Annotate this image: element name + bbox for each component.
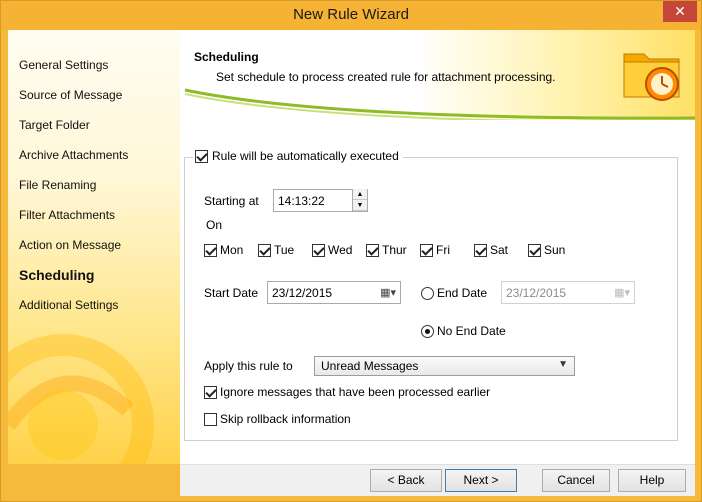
sidebar-item-file-renaming[interactable]: File Renaming [19,178,96,192]
sidebar-item-filter-attachments[interactable]: Filter Attachments [19,208,115,222]
day-tue-checkbox[interactable] [258,243,271,257]
day-label: Sat [490,243,509,257]
end-date-option[interactable]: End Date [421,286,487,300]
day-label: Mon [220,243,244,257]
day-thur-checkbox[interactable] [366,243,379,257]
page-title: Scheduling [194,50,259,64]
day-mon-option[interactable]: Mon [204,243,243,257]
starting-at-value: 14:13:22 [278,194,325,208]
no-end-date-label: No End Date [437,324,506,338]
wizard-footer: < Back Next > Cancel Help [180,464,695,496]
day-thur-option[interactable]: Thur [366,243,407,257]
day-fri-checkbox[interactable] [420,243,433,257]
end-date-picker: 23/12/2015 ▦▾ [501,281,635,304]
sidebar-item-scheduling[interactable]: Scheduling [19,267,94,283]
schedule-group: Rule will be automatically executed Star… [184,149,678,441]
start-date-label: Start Date [204,286,259,300]
day-label: Sun [544,243,566,257]
no-end-date-radio[interactable] [421,324,434,338]
close-button[interactable]: ✕ [663,1,697,22]
day-sun-option[interactable]: Sun [528,243,565,257]
header-swoosh-decoration [184,88,695,120]
sidebar-item-action-on-message[interactable]: Action on Message [19,238,121,252]
help-button[interactable]: Help [618,469,686,492]
skip-rollback-label: Skip rollback information [220,412,351,426]
ignore-processed-checkbox[interactable] [204,385,217,399]
day-label: Fri [436,243,450,257]
wizard-steps-sidebar: General Settings Source of Message Targe… [8,30,180,464]
step-header: Scheduling Set schedule to process creat… [180,30,695,120]
day-label: Tue [274,243,295,257]
sidebar-item-general-settings[interactable]: General Settings [19,58,108,72]
starting-at-time-field[interactable]: 14:13:22 ▲ ▼ [273,189,368,212]
start-date-picker[interactable]: 23/12/2015 ▦▾ [267,281,401,304]
sidebar-item-target-folder[interactable]: Target Folder [19,118,90,132]
end-date-label: End Date [437,286,488,300]
auto-exec-option[interactable]: Rule will be automatically executed [193,149,403,163]
end-date-radio[interactable] [421,286,434,300]
on-label: On [206,218,223,232]
spin-up-icon[interactable]: ▲ [353,189,367,200]
day-fri-option[interactable]: Fri [420,243,450,257]
title-bar[interactable]: New Rule Wizard ✕ [1,1,701,30]
sidebar-item-source-of-message[interactable]: Source of Message [19,88,122,102]
auto-exec-label: Rule will be automatically executed [212,149,399,163]
wizard-window: New Rule Wizard ✕ General Settings Sourc… [0,0,702,502]
ignore-processed-option[interactable]: Ignore messages that have been processed… [204,385,490,399]
sidebar-item-archive-attachments[interactable]: Archive Attachments [19,148,128,162]
app-logo-watermark-icon [8,334,154,464]
starting-at-label: Starting at [204,194,259,208]
day-sat-option[interactable]: Sat [474,243,508,257]
day-label: Thur [382,243,407,257]
spin-down-icon[interactable]: ▼ [353,200,367,211]
calendar-dropdown-icon[interactable]: ▦▾ [380,286,396,299]
skip-rollback-checkbox[interactable] [204,412,217,426]
wizard-content: Scheduling Set schedule to process creat… [180,30,695,464]
day-sat-checkbox[interactable] [474,243,487,257]
skip-rollback-option[interactable]: Skip rollback information [204,412,351,426]
apply-rule-label: Apply this rule to [204,359,293,373]
day-wed-option[interactable]: Wed [312,243,352,257]
start-date-value: 23/12/2015 [272,286,333,300]
next-button[interactable]: Next > [445,469,517,492]
day-mon-checkbox[interactable] [204,243,217,257]
cancel-button[interactable]: Cancel [542,469,610,492]
day-sun-checkbox[interactable] [528,243,541,257]
end-date-value: 23/12/2015 [506,286,567,300]
auto-exec-checkbox[interactable] [195,149,208,163]
window-title: New Rule Wizard [293,6,409,23]
day-tue-option[interactable]: Tue [258,243,294,257]
day-label: Wed [328,243,353,257]
time-spinner[interactable]: ▲ ▼ [352,189,367,212]
calendar-dropdown-icon: ▦▾ [614,287,630,299]
no-end-date-option[interactable]: No End Date [421,324,506,338]
back-button[interactable]: < Back [370,469,442,492]
apply-rule-select[interactable]: Unread Messages ▼ [314,356,575,376]
day-wed-checkbox[interactable] [312,243,325,257]
sidebar-item-additional-settings[interactable]: Additional Settings [19,298,118,312]
ignore-processed-label: Ignore messages that have been processed… [220,385,491,399]
chevron-down-icon: ▼ [558,359,568,370]
folder-clock-icon [623,53,680,101]
apply-rule-value: Unread Messages [321,359,419,373]
